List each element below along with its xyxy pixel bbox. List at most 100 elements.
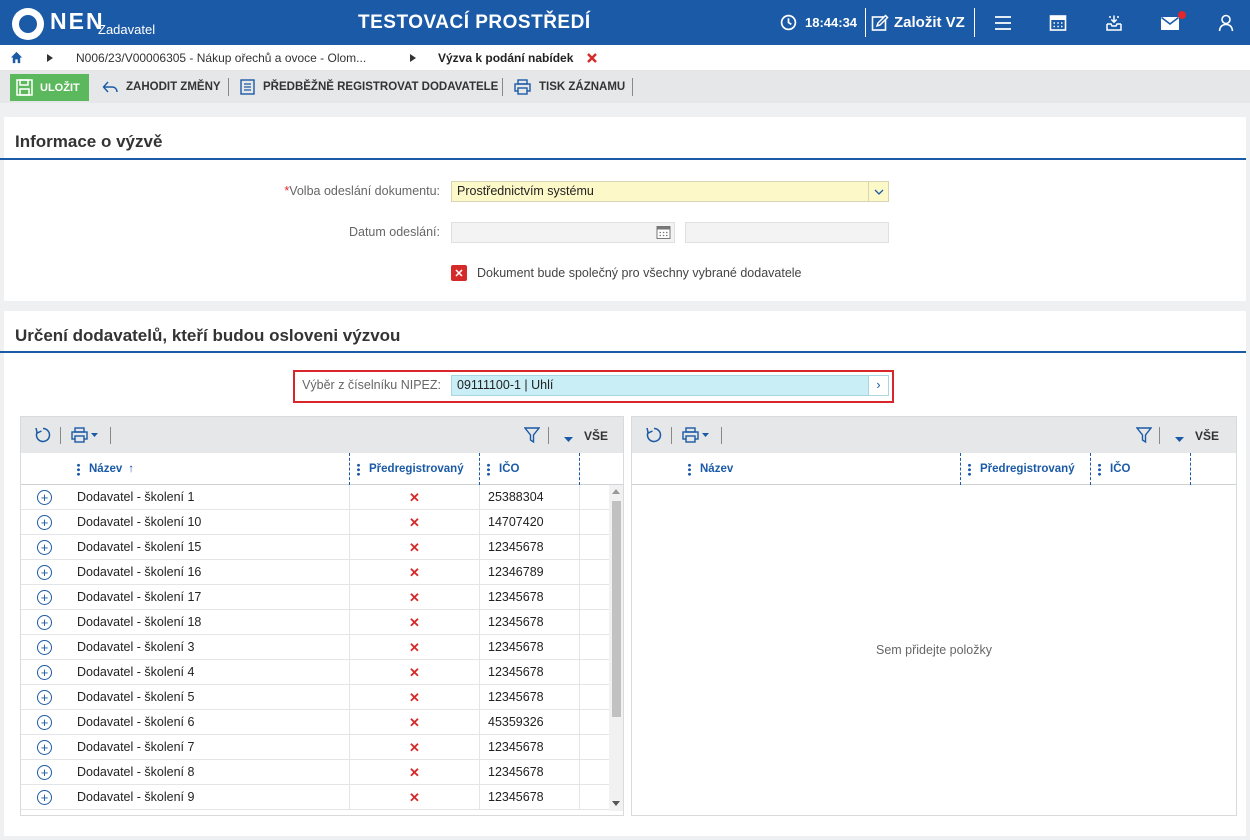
preregister-supplier-button[interactable]: PŘEDBĚŽNĚ REGISTROVAT DODAVATELE <box>240 71 498 103</box>
refresh-icon[interactable] <box>34 426 52 447</box>
dropdown-arrow-icon[interactable] <box>564 432 573 446</box>
column-divider[interactable] <box>960 453 961 485</box>
supplier-name: Dodavatel - školení 5 <box>77 690 195 704</box>
add-supplier-icon[interactable]: + <box>37 515 52 530</box>
column-divider[interactable] <box>479 453 480 485</box>
toolbar-divider <box>228 78 229 96</box>
inbox-button[interactable] <box>1099 0 1129 45</box>
chevron-down-icon[interactable] <box>868 182 888 201</box>
cell-divider <box>579 485 580 510</box>
print-menu-icon[interactable] <box>682 426 712 447</box>
table-row[interactable]: + Dodavatel - školení 16 ✕ 12346789 <box>21 560 609 585</box>
show-all-button[interactable]: VŠE <box>584 417 608 455</box>
supplier-name: Dodavatel - školení 6 <box>77 715 195 729</box>
table-row[interactable]: + Dodavatel - školení 18 ✕ 12345678 <box>21 610 609 635</box>
add-supplier-icon[interactable]: + <box>37 790 52 805</box>
supplier-ico: 12345678 <box>488 540 544 554</box>
chevron-right-icon[interactable]: › <box>868 376 888 395</box>
table-row[interactable]: + Dodavatel - školení 10 ✕ 14707420 <box>21 510 609 535</box>
show-all-button[interactable]: VŠE <box>1195 417 1219 455</box>
cell-divider <box>479 635 480 660</box>
common-document-label: Dokument bude společný pro všechny vybra… <box>477 266 802 280</box>
add-supplier-icon[interactable]: + <box>37 715 52 730</box>
cell-divider <box>579 635 580 660</box>
send-method-select[interactable]: Prostřednictvím systému <box>451 181 889 202</box>
table-row[interactable]: + Dodavatel - školení 15 ✕ 12345678 <box>21 535 609 560</box>
add-supplier-icon[interactable]: + <box>37 690 52 705</box>
create-vz-button[interactable]: Založit VZ <box>871 0 965 45</box>
preregistered-no-icon: ✕ <box>409 515 420 530</box>
nipez-select[interactable]: 09111100-1 | Uhlí › <box>451 375 889 396</box>
supplier-name: Dodavatel - školení 1 <box>77 490 195 504</box>
table-row[interactable]: + Dodavatel - školení 5 ✕ 12345678 <box>21 685 609 710</box>
add-supplier-icon[interactable]: + <box>37 665 52 680</box>
column-header-preregistered[interactable]: Předregistrovaný <box>357 453 464 485</box>
available-suppliers-grid: VŠE Název ↑ Předregistrovaný IČO + Dodavat… <box>20 416 624 816</box>
column-divider[interactable] <box>1190 453 1191 485</box>
cell-divider <box>349 510 350 535</box>
table-row[interactable]: + Dodavatel - školení 9 ✕ 12345678 <box>21 785 609 810</box>
toolbar-divider <box>721 427 722 444</box>
add-supplier-icon[interactable]: + <box>37 765 52 780</box>
add-supplier-icon[interactable]: + <box>37 490 52 505</box>
table-row[interactable]: + Dodavatel - školení 8 ✕ 12345678 <box>21 760 609 785</box>
save-button[interactable]: ULOŽIT <box>10 74 89 101</box>
cell-divider <box>479 785 480 810</box>
print-menu-icon[interactable] <box>71 426 101 447</box>
add-supplier-icon[interactable]: + <box>37 540 52 555</box>
preregistered-no-icon: ✕ <box>409 590 420 605</box>
add-supplier-icon[interactable]: + <box>37 640 52 655</box>
nen-logo[interactable]: NEN <box>12 6 105 40</box>
common-document-checkbox[interactable]: ✕ <box>451 265 467 281</box>
column-divider[interactable] <box>1090 453 1091 485</box>
column-header-preregistered[interactable]: Předregistrovaný <box>968 453 1075 485</box>
scrollbar-thumb[interactable] <box>612 501 621 717</box>
home-icon[interactable] <box>10 51 23 64</box>
scroll-down-icon[interactable] <box>612 801 620 806</box>
undo-icon <box>102 81 118 93</box>
cell-divider <box>579 510 580 535</box>
scroll-up-icon[interactable] <box>612 489 620 494</box>
menu-button[interactable] <box>988 0 1018 45</box>
table-row[interactable]: + Dodavatel - školení 1 ✕ 25388304 <box>21 485 609 510</box>
discard-changes-button[interactable]: ZAHODIT ZMĚNY <box>102 71 221 103</box>
suppliers-section-title: Určení dodavatelů, kteří budou osloveni … <box>15 326 401 345</box>
breadcrumb-arrow-icon <box>47 54 53 62</box>
column-header-name[interactable]: Název <box>688 453 733 485</box>
table-row[interactable]: + Dodavatel - školení 17 ✕ 12345678 <box>21 585 609 610</box>
preregistered-no-icon: ✕ <box>409 540 420 555</box>
table-row[interactable]: + Dodavatel - školení 7 ✕ 12345678 <box>21 735 609 760</box>
add-supplier-icon[interactable]: + <box>37 615 52 630</box>
preregistered-no-icon: ✕ <box>409 740 420 755</box>
close-tab-icon[interactable] <box>587 53 597 63</box>
breadcrumb-item-contract[interactable]: N006/23/V00006305 - Nákup ořechů a ovoce… <box>76 45 366 71</box>
column-header-ico[interactable]: IČO <box>1098 453 1130 485</box>
add-supplier-icon[interactable]: + <box>37 740 52 755</box>
table-row[interactable]: + Dodavatel - školení 6 ✕ 45359326 <box>21 710 609 735</box>
selected-suppliers-grid: VŠE Název Předregistrovaný IČO Sem přide… <box>631 416 1237 816</box>
app-header: NEN Zadavatel TESTOVACÍ PROSTŘEDÍ 18:44:… <box>0 0 1250 45</box>
refresh-icon[interactable] <box>645 426 663 447</box>
column-divider[interactable] <box>579 453 580 485</box>
filter-icon[interactable] <box>523 426 541 447</box>
table-row[interactable]: + Dodavatel - školení 3 ✕ 12345678 <box>21 635 609 660</box>
add-supplier-icon[interactable]: + <box>37 565 52 580</box>
filter-icon[interactable] <box>1135 426 1153 447</box>
messages-button[interactable] <box>1155 0 1185 45</box>
preregistered-no-icon: ✕ <box>409 490 420 505</box>
user-button[interactable] <box>1211 0 1241 45</box>
print-record-button[interactable]: TISK ZÁZNAMU <box>514 71 625 103</box>
supplier-name: Dodavatel - školení 9 <box>77 790 195 804</box>
session-timer: 18:44:34 <box>780 0 857 45</box>
calendar-button[interactable] <box>1043 0 1073 45</box>
dropdown-arrow-icon[interactable] <box>1175 432 1184 446</box>
column-divider[interactable] <box>349 453 350 485</box>
cell-divider <box>579 585 580 610</box>
table-row[interactable]: + Dodavatel - školení 4 ✕ 12345678 <box>21 660 609 685</box>
create-vz-label: Založit VZ <box>894 14 965 31</box>
column-header-ico[interactable]: IČO <box>487 453 519 485</box>
column-header-name[interactable]: Název ↑ <box>77 453 134 485</box>
cell-divider <box>479 535 480 560</box>
add-supplier-icon[interactable]: + <box>37 590 52 605</box>
grid-scrollbar[interactable] <box>609 485 623 811</box>
